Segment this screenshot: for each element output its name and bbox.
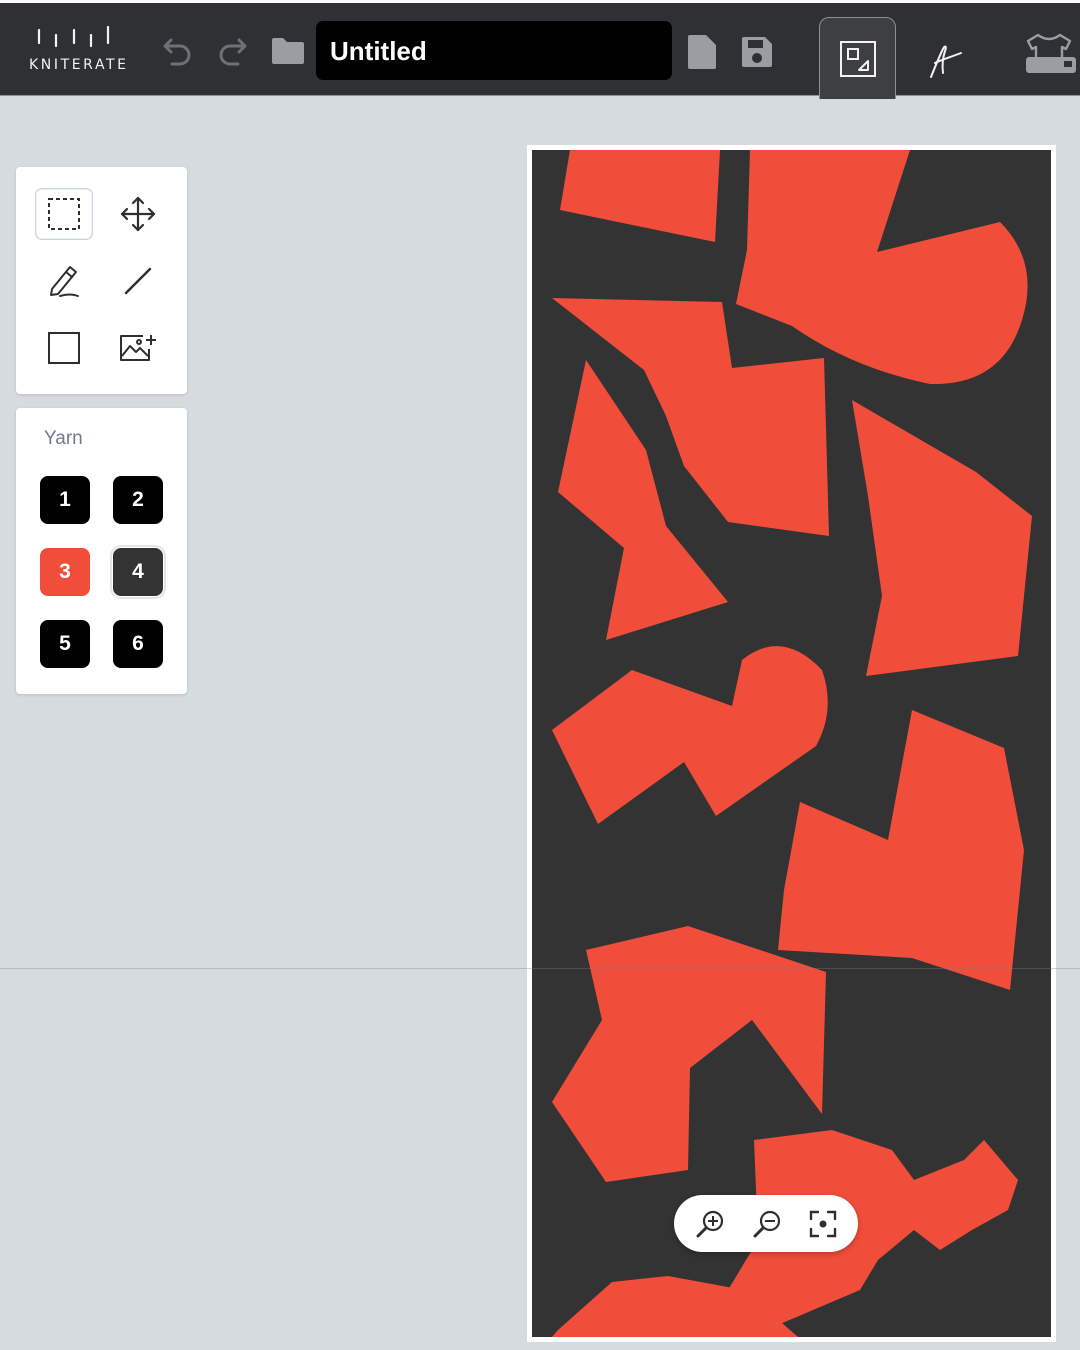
- yarn-swatch-1[interactable]: 1: [40, 476, 90, 524]
- yarn-title: Yarn: [44, 428, 83, 449]
- rectangle-tool[interactable]: [35, 322, 93, 374]
- image-mode-icon: [840, 41, 876, 77]
- stitch-mode-icon[interactable]: [925, 39, 965, 79]
- line-icon: [124, 267, 152, 295]
- fit-to-screen-icon: [809, 1210, 837, 1238]
- select-tool[interactable]: [35, 188, 93, 240]
- yarn-swatch-5[interactable]: 5: [40, 620, 90, 668]
- yarn-panel: Yarn 1 2 3 4 5 6: [16, 408, 187, 694]
- zoom-in-icon: [696, 1210, 724, 1238]
- logo-text: KNITERATE: [29, 57, 129, 73]
- pencil-tool[interactable]: [35, 255, 93, 307]
- canvas-guide-line: [0, 968, 1080, 969]
- folder-icon[interactable]: [270, 35, 306, 67]
- save-icon[interactable]: [740, 35, 774, 69]
- yarn-swatch-2[interactable]: 2: [113, 476, 163, 524]
- design-canvas[interactable]: [527, 145, 1056, 1342]
- select-icon: [48, 198, 80, 230]
- redo-icon[interactable]: [214, 33, 250, 69]
- pattern-artwork: [532, 150, 1051, 1337]
- garment-mode-icon[interactable]: [1024, 33, 1080, 75]
- yarn-swatch-4[interactable]: 4: [110, 545, 166, 599]
- yarn-swatch-6[interactable]: 6: [113, 620, 163, 668]
- image-mode-tab[interactable]: [819, 17, 896, 99]
- pencil-icon: [50, 266, 79, 297]
- add-image-tool[interactable]: [109, 322, 167, 374]
- document-title-input[interactable]: Untitled: [316, 21, 672, 80]
- undo-icon[interactable]: [160, 33, 196, 69]
- zoom-out-icon: [753, 1210, 781, 1238]
- top-toolbar: KNITERATE Untitled: [0, 0, 1080, 99]
- zoom-in-button[interactable]: [693, 1207, 727, 1241]
- rectangle-icon: [48, 332, 80, 364]
- kniterate-logo: KNITERATE: [26, 21, 126, 81]
- file-icon[interactable]: [686, 33, 718, 71]
- line-tool[interactable]: [109, 255, 167, 307]
- add-image-icon: [120, 335, 156, 361]
- zoom-out-button[interactable]: [750, 1207, 784, 1241]
- move-icon: [120, 196, 156, 232]
- zoom-controls: [674, 1195, 858, 1252]
- tools-panel: [16, 167, 187, 394]
- fit-to-screen-button[interactable]: [806, 1207, 840, 1241]
- yarn-swatch-3[interactable]: 3: [40, 548, 90, 596]
- move-tool[interactable]: [109, 188, 167, 240]
